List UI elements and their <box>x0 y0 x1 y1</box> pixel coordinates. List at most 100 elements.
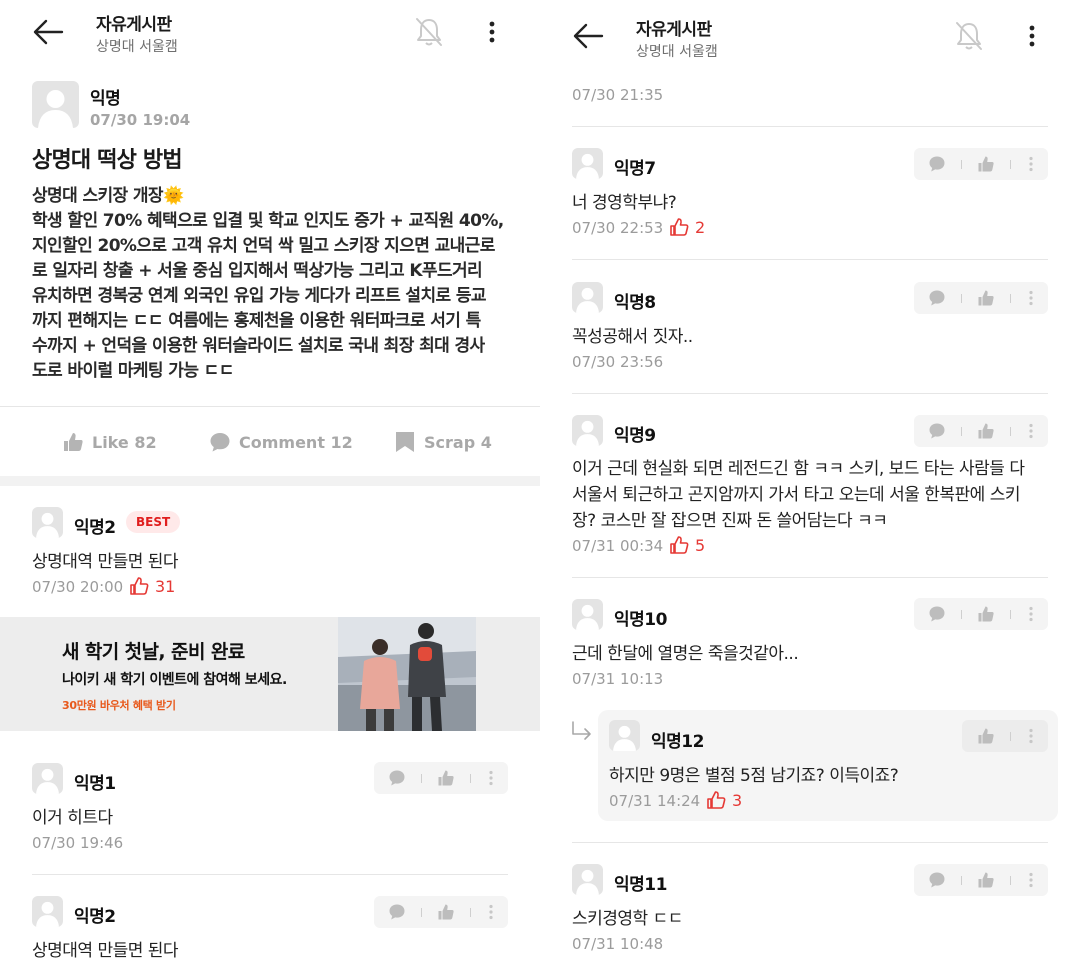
more-vertical-icon[interactable] <box>1020 22 1044 50</box>
separator <box>1010 294 1011 303</box>
separator <box>1010 427 1011 436</box>
comment-avatar <box>32 507 63 538</box>
more-vertical-icon[interactable] <box>482 769 500 787</box>
post-body-line: 로 일자리 창출 + 서울 중심 입지해서 떡상가능 그리고 K푸드거리 <box>32 261 483 281</box>
comment-date: 07/30 23:56 <box>572 353 664 371</box>
comment-label: Comment 12 <box>239 432 353 452</box>
thumbs-up-icon[interactable] <box>437 903 455 921</box>
reply-arrow-icon <box>572 721 591 740</box>
comment-date: 07/31 14:24 <box>609 792 701 810</box>
thumbs-up-icon[interactable] <box>977 155 995 173</box>
default-avatar-icon <box>35 512 60 538</box>
reply-icon[interactable] <box>928 289 946 307</box>
more-vertical-icon[interactable] <box>1022 289 1040 307</box>
divider <box>0 406 540 407</box>
comment-author: 익명9 <box>614 426 656 446</box>
comment-author: 익명2 <box>74 518 116 538</box>
board-subtitle: 상명대 서울캠 <box>96 39 178 55</box>
comment-button[interactable]: Comment 12 <box>209 428 353 456</box>
comment-author: 익명1 <box>74 774 116 794</box>
post-author-name: 익명 <box>90 89 121 109</box>
separator <box>421 908 422 917</box>
notification-off-icon[interactable] <box>954 20 984 52</box>
comment-likes: 2 <box>669 217 705 237</box>
comment-avatar <box>572 282 603 313</box>
thumbs-up-icon[interactable] <box>977 289 995 307</box>
thumbs-up-icon[interactable] <box>977 727 995 745</box>
separator <box>1010 160 1011 169</box>
comment-text: 근데 한달에 열명은 죽을것같아... <box>572 644 799 664</box>
comment-text: 상명대역 만들면 된다 <box>32 552 179 572</box>
divider <box>572 259 1048 260</box>
post-body-line: 까지 편해지는 ㄷㄷ 여름에는 홍제천을 이용한 워터파크로 서기 특 <box>32 311 481 331</box>
comment-date: 07/31 00:34 <box>572 537 664 555</box>
reply-icon[interactable] <box>928 155 946 173</box>
post-body: 상명대 스키장 개장🌞 학생 할인 70% 혜택으로 입결 및 학교 인지도 증… <box>32 184 512 384</box>
thumbs-up-outline-icon <box>670 218 689 236</box>
divider <box>572 393 1048 394</box>
divider <box>572 842 1048 843</box>
comment-text: 너 경영학부냐? <box>572 193 677 213</box>
more-vertical-icon[interactable] <box>1022 155 1040 173</box>
like-button[interactable]: Like 82 <box>62 428 157 456</box>
separator <box>1010 732 1011 741</box>
board-subtitle: 상명대 서울캠 <box>636 44 718 60</box>
comment-text-line: 이거 근데 현실화 되면 레전드긴 함 ㅋㅋ 스키, 보드 타는 사람들 다 <box>572 459 1025 479</box>
comment-actions <box>374 896 508 928</box>
likes-count: 5 <box>695 535 706 555</box>
more-vertical-icon[interactable] <box>480 18 504 46</box>
reply-icon[interactable] <box>388 769 406 787</box>
back-arrow-icon[interactable] <box>572 22 604 50</box>
left-screen: 자유게시판 상명대 서울캠 익명 07/30 19:04 상명대 떡상 방법 상… <box>0 0 540 980</box>
right-screen: 자유게시판 상명대 서울캠 07/30 21:35 익명7 너 경영학부냐? 0… <box>540 0 1080 980</box>
separator <box>961 427 962 436</box>
back-arrow-icon[interactable] <box>32 18 64 46</box>
comment-text-line: 서울서 퇴근하고 곤지암까지 가서 타고 오는데 서울 한복판에 스키 <box>572 485 1021 505</box>
comment-text: 상명대역 만들면 된다 <box>32 941 179 961</box>
bookmark-icon <box>396 432 414 452</box>
post-body-line: 상명대 스키장 개장🌞 <box>32 186 184 206</box>
comment-text-line: 장? 코스만 잘 잡으면 진짜 돈 쓸어담는다 ㅋㅋ <box>572 511 888 531</box>
more-vertical-icon[interactable] <box>1022 605 1040 623</box>
default-avatar-icon <box>575 287 600 313</box>
comment-actions <box>914 148 1048 180</box>
default-avatar-icon <box>612 725 637 751</box>
comment-likes: 5 <box>669 535 705 555</box>
reply-icon[interactable] <box>388 903 406 921</box>
likes-count: 2 <box>695 217 706 237</box>
comment-date: 07/30 20:00 <box>32 578 124 596</box>
thumbs-up-icon[interactable] <box>977 871 995 889</box>
notification-off-icon[interactable] <box>414 16 444 48</box>
comment-actions <box>914 864 1048 896</box>
reply-icon[interactable] <box>928 422 946 440</box>
comment-date: 07/31 10:48 <box>572 935 664 953</box>
more-vertical-icon[interactable] <box>1022 871 1040 889</box>
ad-photo-image <box>338 617 476 731</box>
default-avatar-icon <box>35 768 60 794</box>
scrap-button[interactable]: Scrap 4 <box>394 428 492 456</box>
comment-actions <box>962 720 1048 752</box>
likes-count: 3 <box>732 790 743 810</box>
comment-avatar <box>572 864 603 895</box>
reply-icon[interactable] <box>928 871 946 889</box>
separator <box>1010 876 1011 885</box>
like-label: Like 82 <box>92 432 157 452</box>
thumbs-up-icon[interactable] <box>977 422 995 440</box>
ad-cta[interactable]: 30만원 바우처 혜택 받기 <box>62 697 176 713</box>
comment-actions <box>914 415 1048 447</box>
reply-icon[interactable] <box>928 605 946 623</box>
thumbs-up-icon[interactable] <box>977 605 995 623</box>
ad-subline: 나이키 새 학기 이벤트에 참여해 보세요. <box>62 672 287 688</box>
comment-bubble-icon <box>210 433 230 452</box>
comment-avatar <box>572 148 603 179</box>
more-vertical-icon[interactable] <box>1022 422 1040 440</box>
separator <box>961 876 962 885</box>
more-vertical-icon[interactable] <box>1022 727 1040 745</box>
divider <box>32 874 508 875</box>
ad-banner[interactable]: 새 학기 첫날, 준비 완료 나이키 새 학기 이벤트에 참여해 보세요. 30… <box>0 617 540 731</box>
separator <box>470 774 471 783</box>
thumbs-up-icon[interactable] <box>437 769 455 787</box>
app-header: 자유게시판 상명대 서울캠 <box>540 0 1080 70</box>
likes-count: 31 <box>155 576 176 596</box>
more-vertical-icon[interactable] <box>482 903 500 921</box>
